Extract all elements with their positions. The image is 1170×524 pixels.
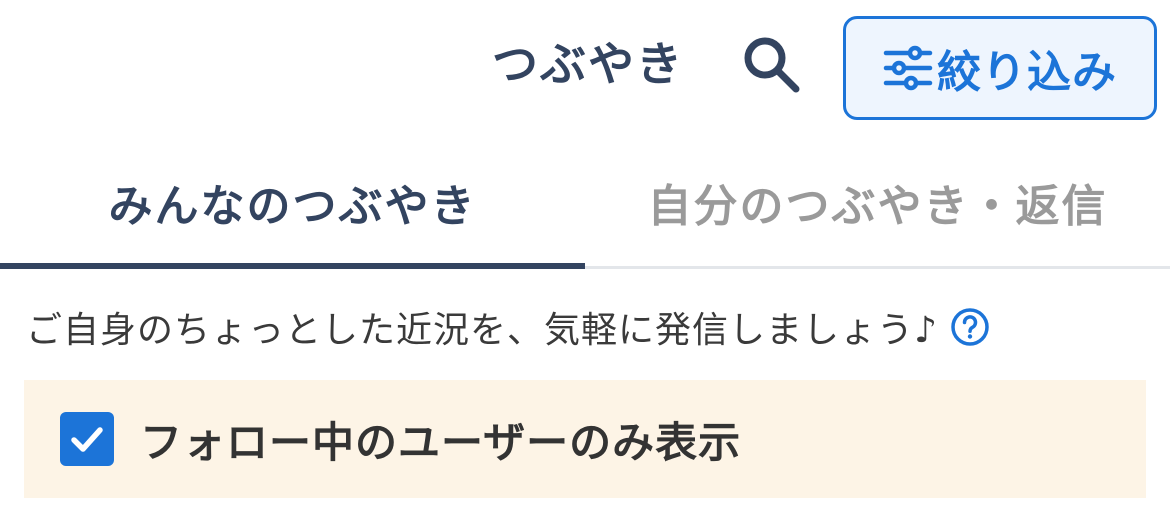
follow-only-filter: フォロー中のユーザーのみ表示 bbox=[24, 380, 1146, 498]
tab-mine[interactable]: 自分のつぶやき・返信 bbox=[585, 135, 1170, 269]
tab-bar: みんなのつぶやき 自分のつぶやき・返信 bbox=[0, 135, 1170, 269]
page-title: つぶやき bbox=[492, 37, 684, 91]
check-icon bbox=[71, 427, 103, 452]
follow-only-label[interactable]: フォロー中のユーザーのみ表示 bbox=[140, 409, 741, 470]
search-button[interactable] bbox=[736, 32, 806, 96]
tsubuyaki-page: つぶやき 絞り込み みんなのつぶやき 自分のつぶやき・返信 ご自身のちょっとした… bbox=[0, 0, 1170, 524]
filter-button[interactable]: 絞り込み bbox=[843, 16, 1157, 120]
tab-everyone[interactable]: みんなのつぶやき bbox=[0, 135, 585, 269]
tab-everyone-label: みんなのつぶやき bbox=[108, 181, 477, 232]
follow-only-checkbox[interactable] bbox=[60, 412, 114, 466]
tab-mine-label: 自分のつぶやき・返信 bbox=[647, 181, 1108, 232]
intro-text: ご自身のちょっとした近況を、気軽に発信しましょう♪ bbox=[26, 310, 938, 351]
active-tab-indicator bbox=[0, 263, 585, 269]
sliders-icon bbox=[883, 45, 933, 91]
header: つぶやき 絞り込み bbox=[0, 0, 1170, 130]
search-icon bbox=[744, 37, 800, 93]
filter-button-label: 絞り込み bbox=[937, 47, 1117, 98]
question-circle-icon[interactable] bbox=[950, 307, 990, 347]
intro-row: ご自身のちょっとした近況を、気軽に発信しましょう♪ bbox=[26, 300, 990, 354]
